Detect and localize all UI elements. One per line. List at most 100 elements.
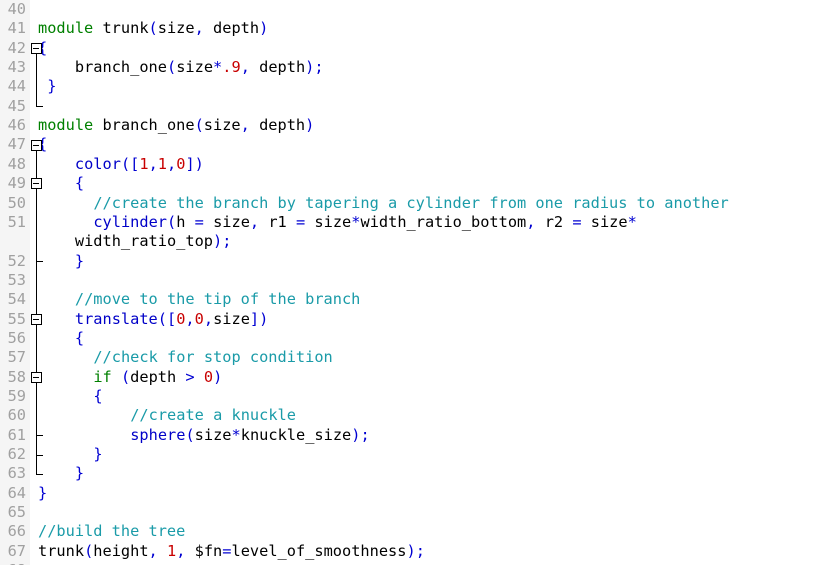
code-token: ) <box>406 541 416 560</box>
code-line[interactable]: 68 <box>0 561 832 565</box>
code-line[interactable]: 61 sphere(size*knuckle_size); <box>0 426 832 445</box>
code-token: 0 <box>194 309 204 328</box>
code-token: ) <box>213 367 223 386</box>
code-token: ) <box>305 58 315 77</box>
code-line[interactable]: 54 //move to the tip of the branch <box>0 290 832 309</box>
code-token: * <box>231 425 241 444</box>
fold-guide-foot <box>36 474 43 476</box>
code-line[interactable]: 42{ <box>0 39 832 58</box>
code-line[interactable]: 57 //check for stop condition <box>0 348 832 367</box>
code-token: //build the tree <box>38 522 186 541</box>
fold-marker-line-47[interactable] <box>30 139 42 151</box>
fold-marker-line-49[interactable] <box>30 178 42 190</box>
code-token: { <box>74 174 85 193</box>
code-line[interactable]: width_ratio_top); <box>0 232 832 251</box>
code-line-text: } <box>38 484 47 503</box>
code-line[interactable]: 45 <box>0 97 832 116</box>
line-number: 54 <box>7 290 26 309</box>
code-line-text: cylinder(h = size, r1 = size*width_ratio… <box>93 213 637 232</box>
code-token: ; <box>314 58 324 77</box>
code-line[interactable]: 64} <box>0 484 832 503</box>
code-line[interactable]: 62} <box>0 445 832 464</box>
code-line[interactable]: 53 <box>0 271 832 290</box>
code-line[interactable]: 41 module trunk(size, depth) <box>0 19 832 38</box>
code-token: if <box>93 367 112 386</box>
code-token: size <box>194 425 232 444</box>
code-line[interactable]: 65 <box>0 503 832 522</box>
fold-guide-foot <box>36 106 43 108</box>
line-number: 52 <box>7 251 26 270</box>
code-token: = <box>563 212 591 231</box>
code-token: ( <box>111 367 131 386</box>
code-token: depth <box>249 116 306 135</box>
code-token: = <box>286 212 315 231</box>
code-token: level_of_smoothness <box>231 541 407 560</box>
code-token: size <box>203 116 241 135</box>
code-token: trunk <box>93 19 149 38</box>
code-line[interactable]: 56 { <box>0 329 832 348</box>
code-token: } <box>74 251 85 270</box>
code-line[interactable]: 52} <box>0 252 832 271</box>
code-line-text: //create a knuckle <box>130 406 296 425</box>
code-token: depth <box>203 19 260 38</box>
code-token: ; <box>415 541 425 560</box>
fold-marker-line-59[interactable] <box>30 371 42 383</box>
code-line[interactable]: 66 //build the tree <box>0 522 832 541</box>
line-number: 45 <box>7 96 26 115</box>
code-line[interactable]: 47{ <box>0 135 832 154</box>
code-line[interactable]: 50 //create the branch by tapering a cyli… <box>0 194 832 213</box>
code-line[interactable]: 44} <box>0 77 832 96</box>
code-line[interactable]: 55 translate([0,0,size]) <box>0 310 832 329</box>
code-line[interactable]: 63} <box>0 464 832 483</box>
code-line[interactable]: 60 //create a knuckle <box>0 406 832 425</box>
code-token: size <box>213 309 250 328</box>
code-token: 1 <box>157 154 168 173</box>
line-number: 61 <box>7 425 26 444</box>
code-line-wrapped-text: width_ratio_top); <box>75 232 232 251</box>
code-token: //check for stop condition <box>93 348 333 367</box>
code-token: trunk <box>38 541 85 560</box>
code-token: ( <box>84 541 94 560</box>
code-line[interactable]: 59 { <box>0 387 832 406</box>
code-token: ) <box>213 232 223 251</box>
line-number: 57 <box>7 348 26 367</box>
code-token: 1 <box>166 541 177 560</box>
code-token: .9 <box>222 58 241 77</box>
code-line[interactable]: 46 module branch_one(size, depth) <box>0 116 832 135</box>
code-token: } <box>74 464 85 483</box>
code-token: * <box>627 212 637 231</box>
code-line[interactable]: 43 branch_one(size*.9, depth); <box>0 58 832 77</box>
line-number: 65 <box>7 503 26 522</box>
code-token: cylinder <box>93 212 167 231</box>
fold-marker-line-42[interactable] <box>30 42 42 54</box>
code-token: depth <box>130 367 177 386</box>
code-text-area[interactable]: 40 41 module trunk(size, depth) 42{43 branch… <box>0 0 832 565</box>
code-line-text: color([1,1,0]) <box>75 155 204 174</box>
code-line-text: if (depth > 0) <box>93 368 222 387</box>
code-token: //create the branch by tapering a cylind… <box>93 193 729 212</box>
code-token: ( <box>185 425 195 444</box>
code-line-text: { <box>75 174 84 193</box>
code-line[interactable]: 48 color([1,1,0]) <box>0 155 832 174</box>
fold-marker-line-56[interactable] <box>30 313 42 325</box>
code-line-text: } <box>93 445 102 464</box>
code-line[interactable]: 51 cylinder(h = size, r1 = size*width_rat… <box>0 213 832 232</box>
line-number: 58 <box>7 367 26 386</box>
code-token: , <box>203 309 214 328</box>
code-token: , <box>185 309 195 328</box>
code-line[interactable]: 58 if (depth > 0) <box>0 368 832 387</box>
code-line-text: } <box>75 252 84 271</box>
line-number: 44 <box>7 77 26 96</box>
code-editor[interactable]: 40 41 module trunk(size, depth) 42{43 branch… <box>0 0 832 565</box>
code-line[interactable]: 49 { <box>0 174 832 193</box>
line-number: 40 <box>7 0 26 18</box>
code-token: size <box>213 212 250 231</box>
line-number: 41 <box>7 19 26 38</box>
line-number: 66 <box>7 522 26 541</box>
code-line[interactable]: 40 <box>0 0 832 19</box>
code-line[interactable]: 67 trunk(height, 1, $fn=level_of_smoothne… <box>0 542 832 561</box>
code-token: , <box>240 116 250 135</box>
code-token: , <box>249 212 260 231</box>
code-token: * <box>213 58 223 77</box>
